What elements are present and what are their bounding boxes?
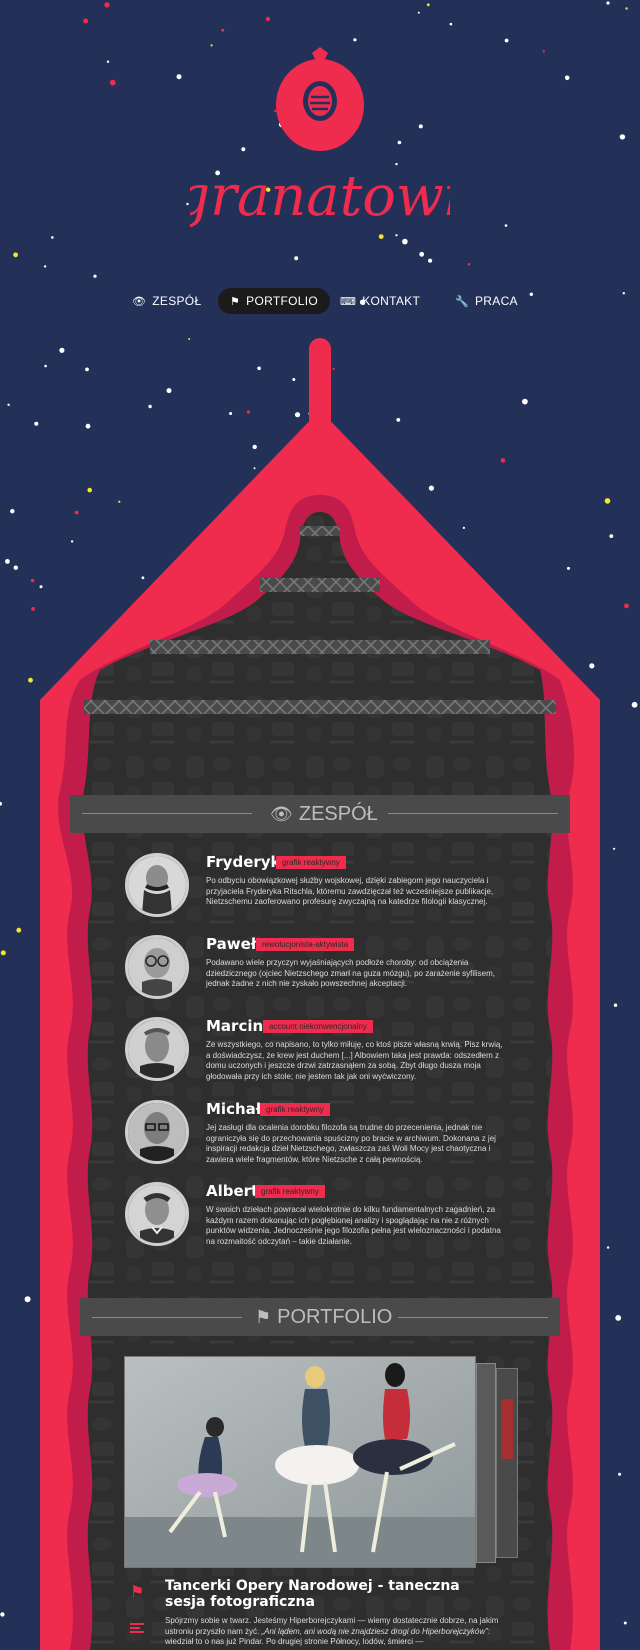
star — [449, 22, 453, 26]
member-description: Podawano wiele przyczyn wyjaśniających p… — [206, 958, 496, 988]
star — [186, 202, 189, 206]
member-name: Albert — [206, 1182, 259, 1200]
team-section-title: 👁 ZESPÓŁ — [270, 795, 378, 833]
star — [417, 11, 420, 14]
nav-label: KONTAKT — [362, 294, 421, 308]
nav-label: PRACA — [475, 294, 518, 308]
avatar[interactable] — [125, 853, 189, 917]
star — [176, 74, 182, 80]
member-description: Po odbyciu obowiązkowej służby wojskowej… — [206, 876, 494, 906]
star — [504, 224, 508, 227]
star — [428, 258, 433, 263]
star — [104, 2, 110, 8]
flag-icon: ⚑ — [230, 296, 241, 308]
member-description: Jej zasługi dla ocalenia dorobku filozof… — [206, 1123, 496, 1164]
section-title-text: PORTFOLIO — [277, 1306, 393, 1328]
wrench-icon: 🔧 — [455, 296, 469, 308]
star — [625, 7, 628, 10]
granatowi-logo[interactable]: granatowi — [190, 45, 450, 255]
nav-item-praca[interactable]: 🔧 PRACA — [443, 288, 530, 314]
portfolio-photo[interactable] — [124, 1356, 476, 1568]
portfolio-item-description: Spójrzmy sobie w twarz. Jesteśmy Hiperbo… — [165, 1616, 505, 1648]
member-role-badge: grafik reaktywny — [255, 1185, 325, 1198]
main-navigation: 👁 ZESPÓŁ ⚑ PORTFOLIO ⌨ KONTAKT 🔧 PRACA — [0, 280, 640, 320]
avatar[interactable] — [125, 935, 189, 999]
pomegranate-icon — [276, 47, 364, 151]
nav-label: PORTFOLIO — [246, 294, 318, 308]
star — [542, 50, 545, 53]
star — [51, 236, 54, 239]
nav-item-portfolio[interactable]: ⚑ PORTFOLIO — [218, 288, 330, 314]
logo-wordmark: granatowi — [190, 164, 450, 229]
star — [467, 263, 471, 266]
member-name: Fryderyk — [206, 853, 281, 871]
divider — [388, 813, 558, 814]
description-quote: „Ani lądem, ani wodą nie znajdziesz drog… — [261, 1626, 488, 1636]
text-lines-icon — [130, 1622, 144, 1634]
star — [294, 256, 299, 261]
star — [43, 265, 47, 268]
nav-item-kontakt[interactable]: ⌨ KONTAKT — [328, 288, 432, 314]
star — [93, 274, 97, 278]
gallery-stacked-photo[interactable] — [476, 1363, 496, 1563]
gallery-stacked-photo[interactable] — [496, 1368, 518, 1558]
star — [83, 18, 89, 24]
star — [13, 252, 18, 258]
member-name: Paweł — [206, 935, 257, 953]
divider — [92, 1317, 242, 1318]
divider — [398, 1317, 548, 1318]
avatar[interactable] — [125, 1100, 189, 1164]
nav-label: ZESPÓŁ — [152, 294, 202, 308]
star — [265, 16, 271, 22]
star — [606, 1, 610, 5]
portfolio-section-title: ⚑ PORTFOLIO — [255, 1298, 392, 1336]
member-description: W swoich dziełach powracał wielokrotnie … — [206, 1205, 501, 1246]
member-description: Ze wszystkiego, co napisano, to tylko mi… — [206, 1040, 503, 1081]
member-role-badge: grafik reaktywny — [260, 1103, 330, 1116]
star — [564, 75, 570, 81]
member-name: Michał — [206, 1100, 262, 1118]
eye-icon: 👁 — [132, 296, 147, 308]
divider — [82, 813, 252, 814]
star — [106, 60, 110, 63]
flag-icon: ⚑ — [255, 1307, 272, 1327]
star — [426, 3, 430, 7]
member-role-badge: grafik reaktywny — [276, 856, 346, 869]
portfolio-item-title: Tancerki Opery Narodowej - taneczna sesj… — [165, 1578, 460, 1610]
star — [221, 28, 225, 32]
eye-icon: 👁 — [270, 804, 293, 824]
avatar[interactable] — [125, 1017, 189, 1081]
star — [109, 79, 116, 86]
member-role-badge: rewolucjonista-aktywista — [256, 938, 355, 951]
section-title-text: ZESPÓŁ — [298, 803, 378, 825]
flag-icon: ⚑ — [130, 1584, 145, 1601]
star — [504, 38, 509, 43]
avatar[interactable] — [125, 1182, 189, 1246]
member-name: Marcin — [206, 1017, 264, 1035]
star — [619, 134, 626, 140]
member-role-badge: account niekonwencjonalny — [263, 1020, 373, 1033]
star — [353, 38, 357, 42]
keyboard-icon: ⌨ — [340, 296, 357, 308]
nav-item-zespol[interactable]: 👁 ZESPÓŁ — [120, 288, 213, 314]
